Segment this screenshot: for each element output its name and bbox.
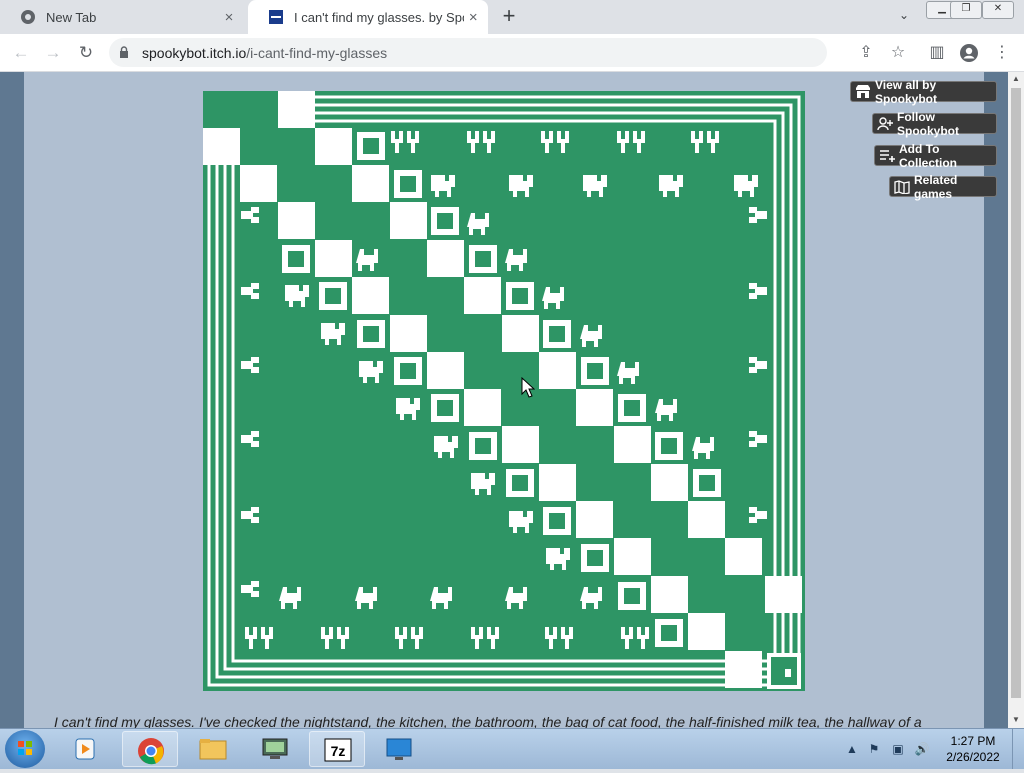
tab-search-icon[interactable]: ⌄ (893, 8, 915, 26)
show-hidden-icons-icon[interactable]: ▲ (844, 741, 860, 757)
itch-favicon-icon (269, 10, 283, 24)
reload-button[interactable]: ↻ (75, 42, 97, 64)
clock-time: 1:27 PM (950, 734, 996, 748)
scroll-down-arrow[interactable]: ▼ (1008, 713, 1024, 727)
taskbar-7zip[interactable]: 7z (309, 731, 365, 767)
url-host: spookybot.itch.io (142, 45, 247, 61)
scroll-up-arrow[interactable]: ▲ (1008, 72, 1024, 86)
system-clock[interactable]: 1:27 PM 2/26/2022 (940, 733, 1006, 765)
taskbar-file-explorer[interactable] (185, 731, 241, 767)
tab-title: New Tab (46, 9, 97, 25)
itch-store-icon (856, 84, 870, 98)
new-tab-button[interactable]: + (497, 5, 521, 29)
tab-new-tab[interactable]: New Tab × (0, 0, 246, 34)
follow-button[interactable]: Follow Spookybot (872, 110, 997, 138)
windows-taskbar: 7z ▲ ⚑ ▣ 🔊 1:27 PM 2/26/2022 (0, 728, 1024, 769)
7zip-icon: 7z (324, 738, 352, 762)
side-panel-icon[interactable]: ▥ (927, 43, 947, 63)
game-description: I can't find my glasses. I've checked th… (54, 714, 922, 728)
add-to-collection-button[interactable]: Add To Collection (874, 142, 997, 170)
forward-button[interactable]: → (42, 42, 64, 64)
network-icon[interactable]: ▣ (890, 741, 906, 757)
share-icon[interactable]: ⇪ (856, 43, 876, 63)
tab-strip: New Tab × I can't find my glasses. by Sp… (0, 0, 1024, 34)
add-user-icon (877, 116, 893, 130)
action-center-flag-icon[interactable]: ⚑ (866, 741, 882, 757)
tab-current-game[interactable]: I can't find my glasses. by Spookybot × (248, 0, 488, 34)
page-viewport: View all by Spookybot Follow Spookybot A… (0, 72, 1008, 728)
chrome-icon (138, 738, 164, 765)
game-pixel-art (203, 91, 805, 691)
view-all-button[interactable]: View all by Spookybot (850, 78, 997, 106)
url-path: /i-cant-find-my-glasses (246, 45, 388, 61)
url-text: spookybot.itch.io/i-cant-find-my-glasses (142, 45, 387, 61)
start-button[interactable] (5, 730, 45, 768)
lock-icon (120, 46, 128, 58)
taskbar-chrome[interactable] (122, 731, 178, 767)
related-games-button[interactable]: Related games (889, 173, 997, 201)
follow-label: Follow Spookybot (897, 109, 959, 138)
mouse-cursor-icon (521, 377, 535, 398)
taskbar-media-player[interactable] (59, 731, 115, 767)
show-desktop-button[interactable] (1012, 729, 1024, 769)
chrome-icon (21, 10, 35, 24)
scrollbar-thumb[interactable] (1011, 88, 1021, 698)
address-bar[interactable]: spookybot.itch.io/i-cant-find-my-glasses (109, 38, 827, 67)
related-games-label: Related games (914, 172, 958, 201)
map-icon (894, 179, 910, 194)
game-canvas[interactable] (203, 91, 805, 691)
close-window-button[interactable]: ✕ (982, 1, 1014, 19)
bookmark-star-icon[interactable]: ☆ (888, 43, 908, 63)
menu-kebab-icon[interactable]: ⋮ (992, 43, 1012, 63)
add-collection-label: Add To Collection (899, 141, 958, 170)
close-tab-icon[interactable]: × (218, 9, 240, 26)
monitor-icon (262, 738, 288, 759)
taskbar-monitor-app[interactable] (247, 731, 303, 767)
profile-avatar-icon[interactable] (959, 43, 979, 63)
windows-logo-icon (18, 741, 32, 755)
close-tab-icon[interactable]: × (464, 9, 482, 26)
media-player-icon (75, 738, 95, 760)
clock-date: 2/26/2022 (946, 750, 1000, 764)
remote-desktop-icon (386, 738, 412, 760)
browser-toolbar: ← → ↻ spookybot.itch.io/i-cant-find-my-g… (0, 34, 1024, 72)
taskbar-remote-desktop[interactable] (371, 731, 427, 767)
volume-icon[interactable]: 🔊 (914, 741, 930, 757)
tab-title: I can't find my glasses. by Spookybot (294, 9, 464, 25)
svg-text:7z: 7z (331, 743, 346, 759)
file-explorer-icon (199, 739, 227, 760)
back-button[interactable]: ← (10, 42, 32, 64)
playlist-add-icon (880, 149, 895, 162)
restore-button[interactable]: ❐ (950, 1, 982, 19)
view-all-label: View all by Spookybot (875, 77, 937, 106)
